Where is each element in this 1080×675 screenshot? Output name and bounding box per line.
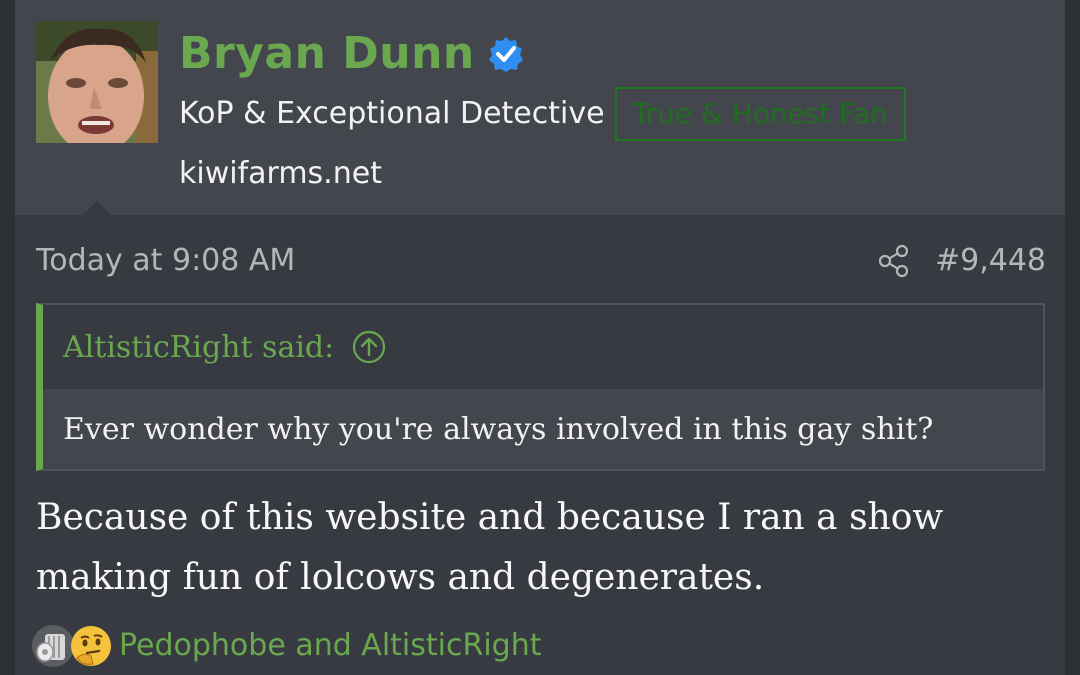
- forum-post: Bryan Dunn KoP & Exceptional Detective T…: [15, 0, 1065, 675]
- share-icon[interactable]: [877, 244, 911, 278]
- message-line: Because of this website and because I ra…: [36, 497, 944, 538]
- user-header: Bryan Dunn KoP & Exceptional Detective T…: [15, 0, 1065, 215]
- post-number-link[interactable]: #9,448: [935, 236, 1046, 286]
- post-date[interactable]: Today at 9:08 AM: [36, 236, 295, 286]
- user-title-row: KoP & Exceptional Detective True & Hones…: [179, 86, 906, 142]
- header-pointer: [83, 201, 111, 215]
- arrow-up-circle-icon[interactable]: [352, 330, 386, 364]
- post-message: Because of this website and because I ra…: [36, 488, 1036, 608]
- user-title: KoP & Exceptional Detective: [179, 96, 605, 131]
- quote-author[interactable]: AltisticRight said:: [63, 330, 334, 365]
- reactors-list[interactable]: Pedophobe and AltisticRight: [119, 620, 541, 672]
- avatar[interactable]: [36, 21, 158, 143]
- avatar-photo: [36, 21, 158, 143]
- quote-text: Ever wonder why you're always involved i…: [43, 389, 1043, 469]
- quote-block: AltisticRight said: Ever wonder why you'…: [36, 303, 1045, 471]
- thinking-face-icon: [71, 626, 111, 666]
- quote-header[interactable]: AltisticRight said:: [43, 305, 1043, 389]
- user-banner-badge: True & Honest Fan: [614, 87, 906, 141]
- username-link[interactable]: Bryan Dunn: [179, 26, 475, 82]
- reactions-bar[interactable]: Pedophobe and AltisticRight: [31, 620, 541, 672]
- message-line: making fun of lolcows and degenerates.: [36, 557, 765, 598]
- username-row: Bryan Dunn: [179, 26, 525, 82]
- post-meta: Today at 9:08 AM #9,448: [36, 236, 1046, 286]
- user-site: kiwifarms.net: [179, 156, 382, 191]
- page-frame: Bryan Dunn KoP & Exceptional Detective T…: [0, 0, 1080, 675]
- verified-badge-icon: [488, 37, 523, 72]
